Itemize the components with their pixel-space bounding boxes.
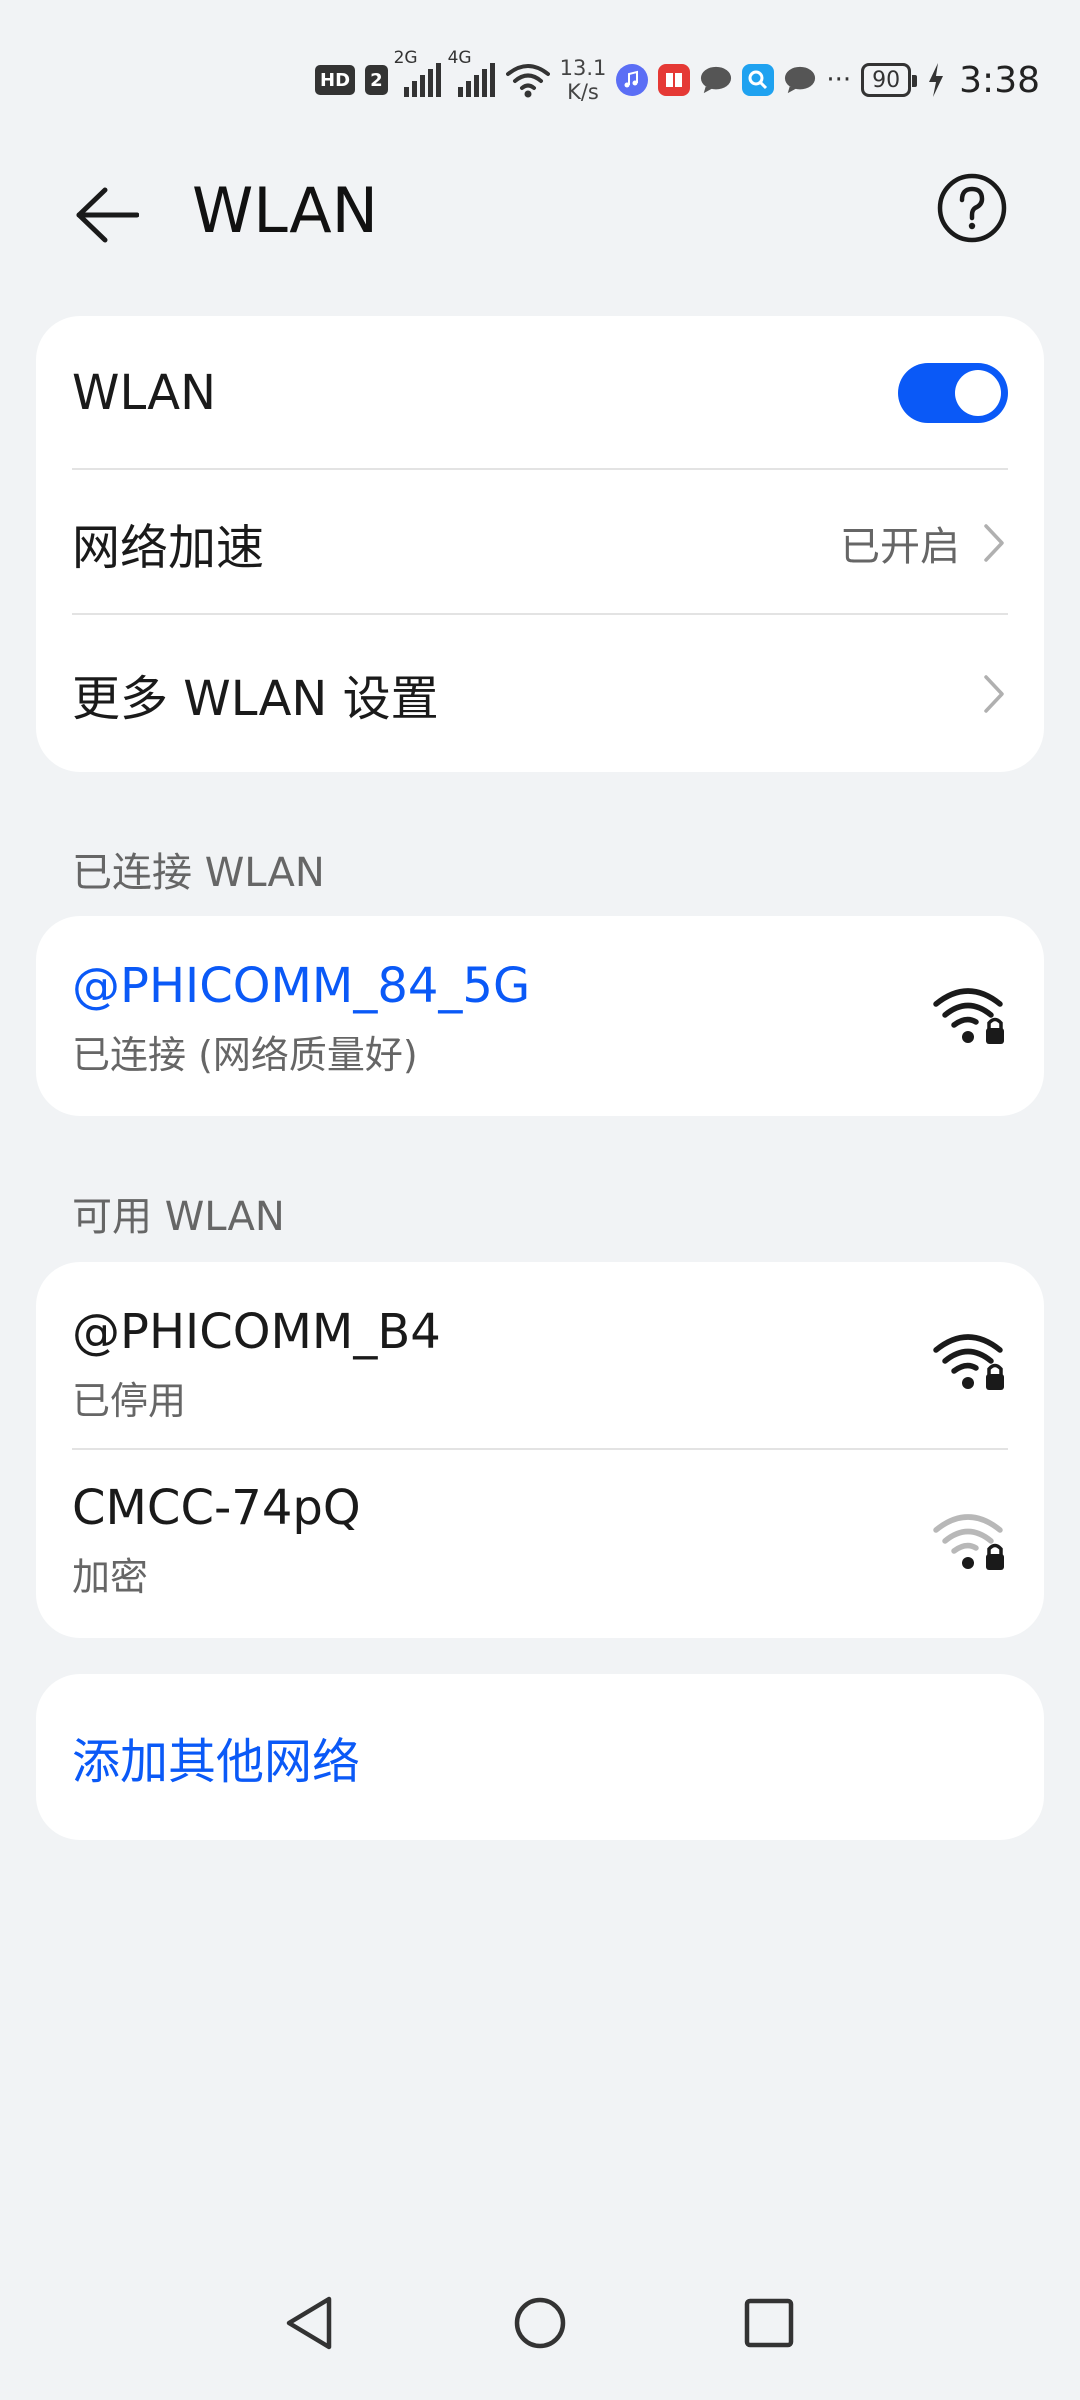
wlan-toggle-row[interactable]: WLAN — [36, 316, 1044, 470]
connected-network-card: @PHICOMM_84_5G 已连接 (网络质量好) — [36, 916, 1044, 1116]
network-status: 加密 — [72, 1555, 149, 1599]
network-type-1: 2G — [393, 48, 418, 68]
battery-icon: 90 — [861, 63, 918, 97]
wlan-switch[interactable] — [898, 363, 1008, 423]
connected-network-status: 已连接 (网络质量好) — [72, 1033, 418, 1077]
sim2-badge: 2 — [365, 65, 388, 95]
nav-back-button[interactable] — [274, 2288, 344, 2358]
add-network-card: 添加其他网络 — [36, 1674, 1044, 1840]
back-button[interactable] — [72, 180, 142, 250]
triangle-back-icon — [286, 2296, 332, 2350]
wifi-status-icon — [505, 64, 550, 98]
connected-network-item[interactable]: @PHICOMM_84_5G 已连接 (网络质量好) — [36, 916, 1044, 1116]
network-status: 已停用 — [72, 1379, 187, 1423]
network-type-2: 4G — [447, 48, 472, 68]
page-title: WLAN — [192, 174, 379, 247]
hd-badge: HD — [315, 65, 356, 95]
wifi-lock-icon — [933, 988, 1004, 1044]
available-section-label: 可用 WLAN — [72, 1194, 285, 1240]
status-icons: HD 2 2G 4G 13.1 K/s ··· 90 3:38 — [315, 49, 1040, 108]
available-network-item[interactable]: CMCC-74pQ 加密 — [36, 1450, 1044, 1638]
music-app-icon — [616, 64, 649, 96]
network-acceleration-value: 已开启 — [840, 523, 960, 570]
switch-knob — [955, 370, 1001, 416]
settings-card: WLAN 网络加速 已开启 更多 WLAN 设置 — [36, 316, 1044, 772]
network-acceleration-label: 网络加速 — [72, 519, 265, 576]
battery-level: 90 — [872, 67, 901, 93]
connected-network-name: @PHICOMM_84_5G — [72, 958, 531, 1014]
chevron-right-icon — [984, 523, 1004, 562]
more-wlan-settings-label: 更多 WLAN 设置 — [72, 670, 439, 727]
wifi-lock-icon — [933, 1334, 1004, 1390]
available-networks-card: @PHICOMM_B4 已停用 CMCC-74pQ 加密 — [36, 1262, 1044, 1638]
network-acceleration-row[interactable]: 网络加速 已开启 — [36, 470, 1044, 615]
network-speed: 13.1 K/s — [560, 56, 607, 104]
help-icon — [937, 173, 1007, 243]
cell-bars-icon — [403, 63, 441, 97]
cell-bars-icon — [457, 63, 495, 97]
message-app-icon — [700, 64, 732, 96]
speed-value: 13.1 — [559, 56, 607, 80]
wlan-toggle-label: WLAN — [72, 365, 217, 421]
app-header: WLAN — [0, 160, 1080, 260]
connected-section-label: 已连接 WLAN — [72, 850, 325, 896]
charging-icon — [929, 63, 944, 97]
nav-home-button[interactable] — [505, 2288, 575, 2358]
speed-unit: K/s — [567, 80, 599, 104]
help-button[interactable] — [936, 172, 1008, 244]
signal-icon-2: 4G — [448, 49, 496, 97]
status-bar: HD 2 2G 4G 13.1 K/s ··· 90 3:38 — [0, 0, 1080, 160]
more-notifications: ··· — [826, 65, 852, 95]
search-app-icon — [742, 64, 775, 96]
back-arrow-icon — [76, 187, 139, 243]
add-other-network-label: 添加其他网络 — [72, 1734, 361, 1790]
system-nav-bar — [0, 2250, 1080, 2400]
signal-icon-1: 2G — [394, 49, 442, 97]
available-network-item[interactable]: @PHICOMM_B4 已停用 — [36, 1262, 1044, 1450]
network-name: @PHICOMM_B4 — [72, 1304, 441, 1360]
more-wlan-settings-row[interactable]: 更多 WLAN 设置 — [36, 615, 1044, 772]
chat-app-icon — [784, 64, 816, 96]
clock: 3:38 — [959, 59, 1040, 101]
wifi-weak-lock-icon — [933, 1514, 1004, 1570]
square-recents-icon — [744, 2298, 794, 2348]
nav-recents-button[interactable] — [734, 2288, 804, 2358]
add-other-network-button[interactable]: 添加其他网络 — [36, 1674, 1044, 1840]
network-name: CMCC-74pQ — [72, 1480, 361, 1536]
chevron-right-icon — [984, 674, 1004, 713]
book-app-icon — [658, 64, 691, 96]
circle-home-icon — [514, 2297, 566, 2349]
